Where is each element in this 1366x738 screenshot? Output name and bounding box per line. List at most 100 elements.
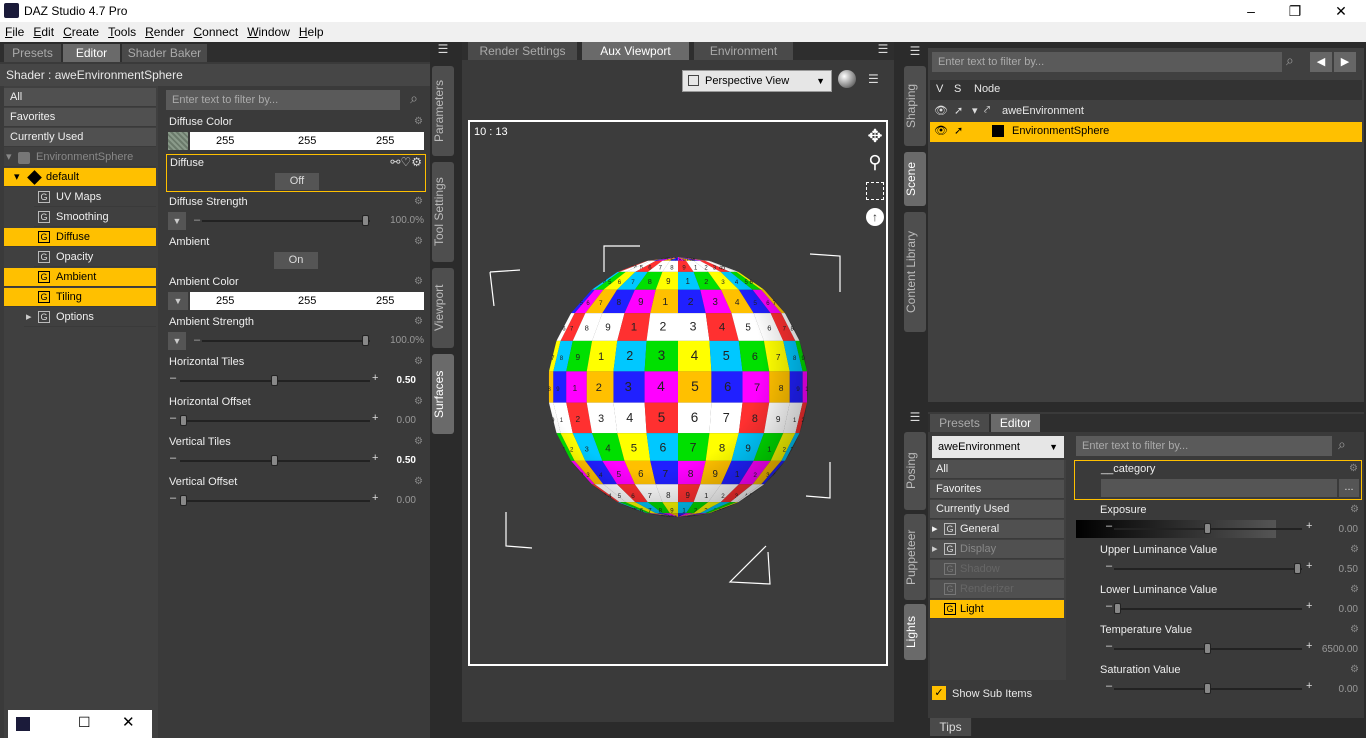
panel-menu-icon[interactable]: ☰ [904,410,926,428]
minus-icon[interactable]: – [170,372,176,384]
vtab-tool-settings[interactable]: Tool Settings [432,162,454,262]
saturation-knob[interactable] [1204,683,1211,694]
vtab-lights[interactable]: Lights [904,604,926,660]
plus-icon[interactable]: + [372,372,378,384]
menu-help[interactable]: Help [299,25,324,39]
close-button[interactable]: ✕ [1318,0,1364,22]
light-filter-input[interactable]: Enter text to filter by... [1076,436,1332,456]
plus-icon[interactable]: + [1306,640,1312,652]
blue-value[interactable]: 255 [376,292,394,310]
minus-icon[interactable]: – [1106,640,1112,652]
panel-menu-icon[interactable]: ☰ [904,44,926,62]
horizontal-offset-knob[interactable] [180,415,187,426]
plus-icon[interactable]: + [1306,560,1312,572]
maximize-icon[interactable]: ☐ [78,714,91,731]
gear-icon[interactable]: ⚙ [414,356,423,367]
tab-aux-viewport[interactable]: Aux Viewport [582,42,690,60]
gear-icon[interactable]: ⚙ [1350,544,1359,555]
group-general[interactable]: ▸ G General [930,520,1064,539]
ambient-toggle[interactable]: On [274,252,318,269]
tree-options[interactable]: ▸ G Options [24,308,156,327]
tab-shader-baker[interactable]: Shader Baker [122,44,208,62]
gear-icon[interactable]: ⚙ [1350,624,1359,635]
minus-icon[interactable]: – [1106,560,1112,572]
viewport-canvas[interactable]: 10 : 13 23456789123434567891234545678912… [468,120,888,666]
minimize-button[interactable]: – [1228,0,1274,22]
gear-icon[interactable]: ⚙ [414,236,423,247]
scene-filter-input[interactable]: Enter text to filter by... [932,52,1282,72]
plus-icon[interactable]: + [372,412,378,424]
minus-icon[interactable]: – [170,412,176,424]
category-browse-button[interactable]: ... [1339,479,1359,497]
tab-presets[interactable]: Presets [4,44,62,62]
red-value[interactable]: 255 [216,292,234,310]
tab-presets[interactable]: Presets [930,414,990,432]
app-icon[interactable] [16,717,30,731]
search-icon[interactable]: ⌕ [404,90,424,110]
gear-icon[interactable]: ⚙ [414,476,423,487]
node-environmentsphere[interactable]: 👁 ➚ EnvironmentSphere [930,122,1362,142]
tab-render-settings[interactable]: Render Settings [468,42,578,60]
green-value[interactable]: 255 [298,132,316,150]
tab-editor[interactable]: Editor [63,44,121,62]
plus-icon[interactable]: + [1306,520,1312,532]
category-favorites[interactable]: Favorites [930,480,1064,499]
tree-uv-maps[interactable]: G UV Maps [34,188,156,207]
exposure-knob[interactable] [1204,523,1211,534]
vertical-offset-track[interactable] [180,500,370,502]
gear-icon[interactable]: ⚙ [414,116,423,127]
gear-icon[interactable]: ⚙ [414,196,423,207]
vtab-parameters[interactable]: Parameters [432,66,454,156]
lower-luminance-track[interactable] [1114,608,1302,610]
menu-create[interactable]: Create [63,25,99,39]
tab-environment[interactable]: Environment [694,42,794,60]
menu-window[interactable]: Window [247,25,290,39]
category-all[interactable]: All [930,460,1064,479]
menu-edit[interactable]: Edit [33,25,54,39]
dropdown-arrow-icon[interactable]: ▼ [168,212,186,230]
gear-icon[interactable]: ⚙ [414,436,423,447]
expand-arrow-icon[interactable]: ▾ [972,104,978,117]
surface-filter-input[interactable]: Enter text to filter by... [166,90,400,110]
gear-icon[interactable]: ⚙ [414,316,423,327]
show-sub-checkbox[interactable]: ✓ [932,686,946,700]
minus-icon[interactable]: – [1106,680,1112,692]
gear-icon[interactable]: ⚙ [1350,664,1359,675]
group-light[interactable]: G Light [930,600,1064,619]
vertical-tiles-knob[interactable] [271,455,278,466]
plus-icon[interactable]: + [1306,600,1312,612]
gear-icon[interactable]: ⚙ [1350,504,1359,515]
group-renderizer[interactable]: G Renderizer [930,580,1064,599]
vtab-shaping[interactable]: Shaping [904,66,926,146]
zoom-view-icon[interactable]: ⚲ [864,152,886,173]
diffuse-strength-track[interactable] [202,220,370,222]
panel-menu-icon[interactable]: ☰ [432,42,454,60]
maximize-button[interactable]: ❐ [1272,0,1318,22]
vtab-surfaces[interactable]: Surfaces [432,354,454,434]
header-node[interactable]: Node [974,83,1000,95]
gear-icon[interactable]: ⚙ [414,396,423,407]
tree-ambient[interactable]: G Ambient [4,268,156,287]
tree-tiling[interactable]: G Tiling [4,288,156,307]
minus-icon[interactable]: – [170,452,176,464]
minus-icon[interactable]: – [1106,600,1112,612]
red-value[interactable]: 255 [216,132,234,150]
header-visible[interactable]: V [936,83,943,95]
dropdown-arrow-icon[interactable]: ▼ [168,332,186,350]
close-icon[interactable]: ✕ [122,713,135,731]
ambient-strength-track[interactable] [202,340,370,342]
category-favorites[interactable]: Favorites [4,108,156,127]
horizontal-tiles-knob[interactable] [271,375,278,386]
menu-tools[interactable]: Tools [108,25,136,39]
menu-connect[interactable]: Connect [193,25,238,39]
search-icon[interactable]: ⌕ [1286,52,1306,72]
gear-icon[interactable]: ⚙ [1350,584,1359,595]
horizontal-offset-track[interactable] [180,420,370,422]
plus-icon[interactable]: + [1306,680,1312,692]
group-shadow[interactable]: G Shadow [930,560,1064,579]
node-selector[interactable]: aweEnvironment ▼ [932,436,1064,458]
menu-render[interactable]: Render [145,25,184,39]
vtab-posing[interactable]: Posing [904,432,926,510]
select-cursor-icon[interactable]: ➚ [954,124,963,137]
tab-editor[interactable]: Editor [991,414,1041,432]
